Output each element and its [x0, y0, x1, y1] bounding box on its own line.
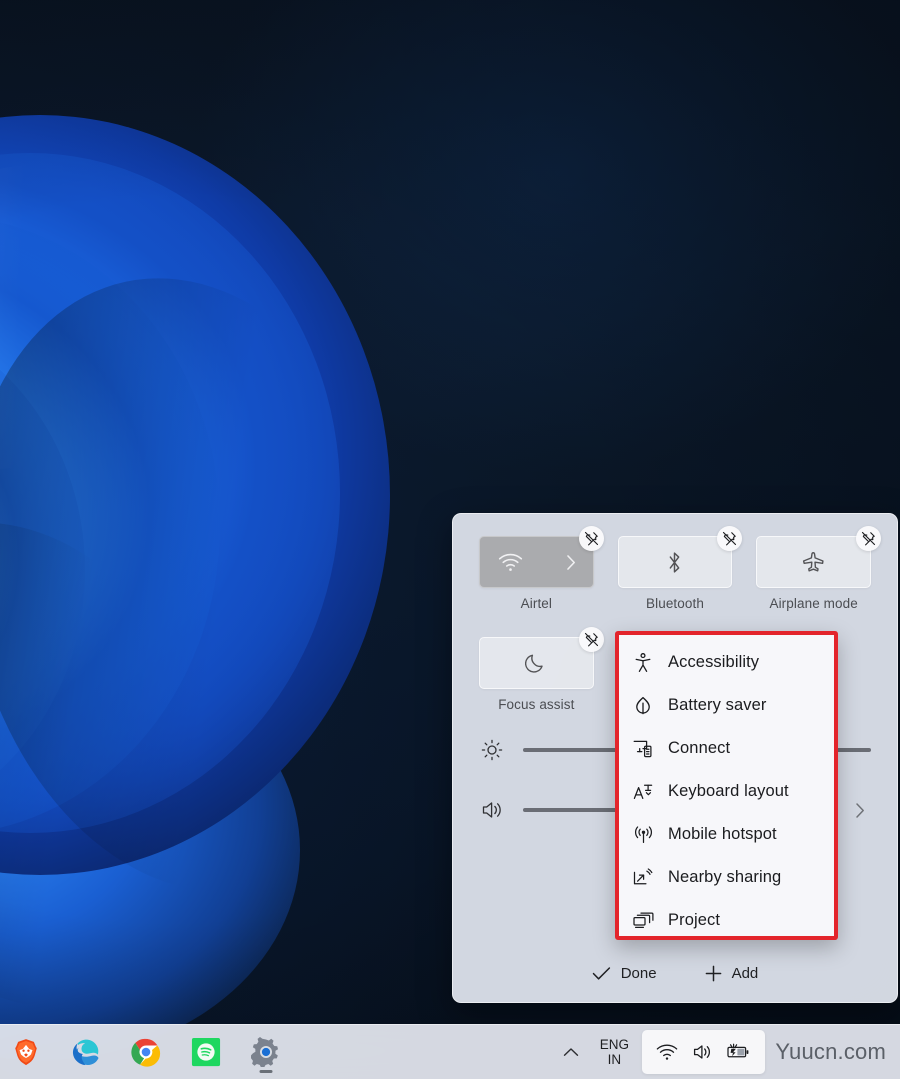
moon-icon	[525, 651, 547, 675]
taskbar-app-list	[0, 1030, 288, 1074]
menu-item-label: Nearby sharing	[668, 868, 782, 886]
add-button[interactable]: Add	[697, 961, 767, 986]
keyboard-layout-icon	[632, 782, 654, 802]
taskbar-app-brave[interactable]	[4, 1030, 48, 1074]
brave-icon	[15, 1039, 37, 1066]
taskbar-app-edge[interactable]	[64, 1030, 108, 1074]
taskbar: ENG IN Yuucn.com	[0, 1024, 900, 1079]
tile-cell-wifi: Airtel	[479, 526, 604, 611]
menu-item-label: Battery saver	[668, 696, 767, 714]
done-button[interactable]: Done	[584, 961, 665, 986]
tile-cell-bluetooth: Bluetooth	[617, 526, 743, 611]
tray-quick-settings-button[interactable]	[642, 1030, 766, 1074]
watermark: Yuucn.com	[775, 1039, 886, 1064]
add-quick-setting-menu-list: Accessibility Battery saver Connect Keyb…	[619, 635, 834, 936]
quick-tile-label-focus-assist: Focus assist	[498, 697, 575, 712]
taskbar-app-chrome[interactable]	[124, 1030, 168, 1074]
airplane-icon	[801, 550, 827, 574]
menu-item-nearby-sharing[interactable]: Nearby sharing	[619, 856, 834, 899]
quick-tile-airplane-mode[interactable]	[756, 526, 881, 588]
share-icon	[632, 868, 654, 887]
tray-language-secondary: IN	[607, 1052, 622, 1067]
settings-icon	[251, 1037, 278, 1067]
spotify-icon	[191, 1037, 221, 1067]
add-quick-setting-menu: Accessibility Battery saver Connect Keyb…	[615, 631, 838, 940]
quick-tile-label-wifi: Airtel	[520, 596, 552, 611]
taskbar-app-settings[interactable]	[244, 1030, 288, 1074]
unpin-icon-focus-assist[interactable]	[578, 627, 604, 652]
quick-settings-tile-grid: Airtel Bluetooth Airplane mode	[479, 526, 881, 611]
edge-icon	[72, 1039, 99, 1065]
wifi-icon[interactable]	[656, 1044, 678, 1061]
quick-tile-focus-assist[interactable]	[479, 627, 604, 689]
tray-language-indicator[interactable]: ENG IN	[588, 1030, 640, 1074]
wallpaper-ribbon-main	[0, 95, 470, 1068]
leaf-icon	[632, 696, 654, 716]
tray-language-primary: ENG	[599, 1037, 629, 1052]
wifi-icon	[498, 553, 523, 572]
volume-icon[interactable]	[692, 1043, 713, 1061]
menu-item-label: Mobile hotspot	[668, 825, 777, 843]
screen: Airtel Bluetooth Airplane mode Focus ass…	[0, 0, 900, 1079]
connect-icon	[632, 739, 654, 758]
taskbar-app-spotify[interactable]	[184, 1030, 228, 1074]
quick-tile-wifi[interactable]	[479, 526, 604, 588]
chevron-right-icon[interactable]	[566, 554, 577, 571]
done-label: Done	[620, 964, 657, 982]
menu-item-label: Connect	[668, 739, 731, 757]
menu-item-keyboard-layout[interactable]: Keyboard layout	[619, 770, 834, 813]
quick-settings-footer: Done Add	[453, 944, 897, 1002]
plus-icon	[705, 965, 722, 982]
menu-item-label: Accessibility	[668, 653, 760, 671]
bluetooth-icon	[666, 550, 683, 575]
hotspot-icon	[632, 825, 654, 844]
menu-item-label: Project	[668, 911, 721, 929]
quick-tile-label-airplane-mode: Airplane mode	[769, 596, 858, 611]
check-icon	[592, 966, 611, 981]
app-running-indicator	[259, 1070, 273, 1073]
brightness-icon	[479, 739, 505, 761]
chevron-up-icon[interactable]	[554, 1032, 588, 1072]
volume-output-chevron-icon[interactable]	[849, 802, 871, 819]
unpin-icon-wifi[interactable]	[578, 526, 604, 551]
project-icon	[632, 912, 654, 929]
menu-item-label: Keyboard layout	[668, 782, 789, 800]
battery-charging-icon[interactable]	[727, 1043, 751, 1061]
volume-icon	[479, 799, 505, 821]
chrome-icon	[131, 1038, 161, 1067]
accessibility-icon	[632, 652, 654, 673]
menu-item-connect[interactable]: Connect	[619, 727, 834, 770]
add-label: Add	[731, 964, 759, 982]
system-tray: ENG IN Yuucn.com	[554, 1030, 900, 1074]
menu-item-accessibility[interactable]: Accessibility	[619, 641, 834, 684]
menu-item-battery-saver[interactable]: Battery saver	[619, 684, 834, 727]
tile-cell-focus-assist: Focus assist	[479, 627, 604, 712]
quick-tile-bluetooth[interactable]	[617, 526, 743, 588]
unpin-icon-bluetooth[interactable]	[717, 526, 743, 551]
menu-item-mobile-hotspot[interactable]: Mobile hotspot	[619, 813, 834, 856]
tile-cell-airplane: Airplane mode	[756, 526, 881, 611]
battery-glyph	[727, 1043, 749, 1058]
menu-item-project[interactable]: Project	[619, 899, 834, 936]
unpin-icon-airplane[interactable]	[855, 526, 881, 551]
quick-tile-label-bluetooth: Bluetooth	[646, 596, 704, 611]
